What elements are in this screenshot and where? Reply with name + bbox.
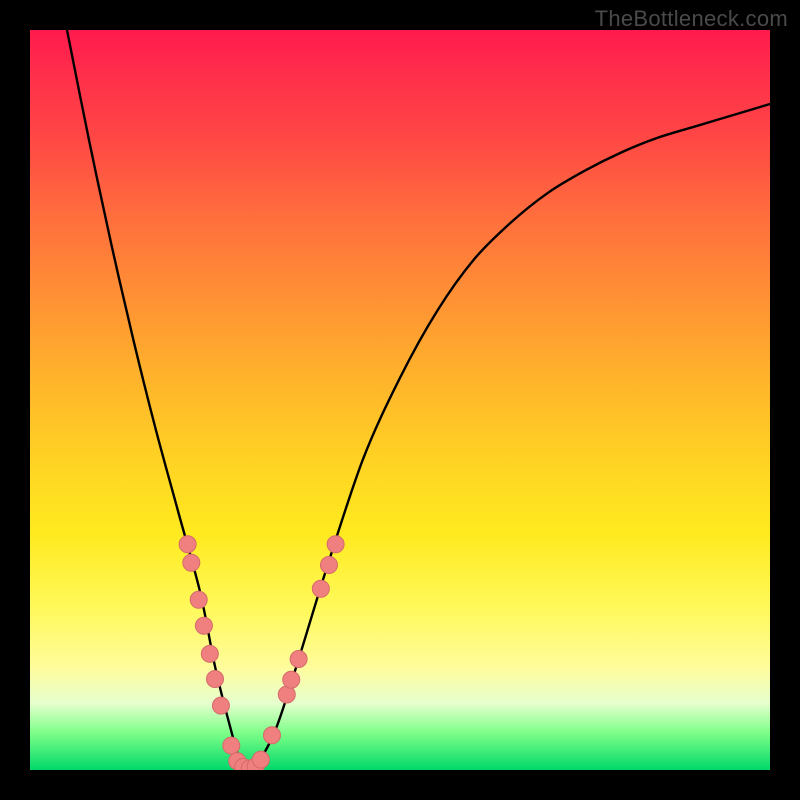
data-marker [179,536,196,553]
data-marker [190,591,207,608]
data-marker [223,737,240,754]
data-marker [263,727,280,744]
data-marker [290,651,307,668]
data-marker [252,751,269,768]
data-marker [312,580,329,597]
chart-frame: TheBottleneck.com [0,0,800,800]
bottleneck-curve [67,30,770,770]
data-marker [283,671,300,688]
data-marker [320,557,337,574]
plot-area [30,30,770,770]
curve-svg [30,30,770,770]
data-marker [195,617,212,634]
data-marker [327,536,344,553]
watermark-text: TheBottleneck.com [595,6,788,32]
data-marker [212,697,229,714]
data-marker [207,670,224,687]
marker-group [179,536,344,770]
data-marker [201,645,218,662]
data-marker [183,554,200,571]
